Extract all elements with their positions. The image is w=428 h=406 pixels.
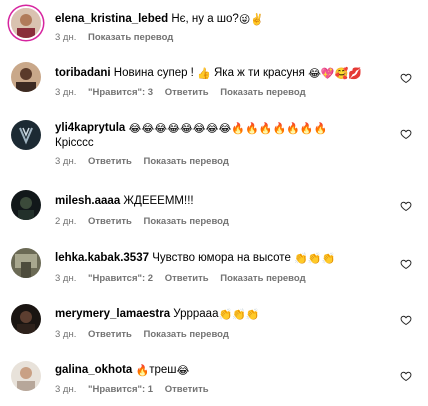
avatar[interactable]	[11, 8, 41, 38]
comment-emojis: 😂😂😂😂😂😂😂😂🔥🔥🔥🔥🔥🔥🔥	[128, 123, 328, 135]
see-translation-link[interactable]: Показать перевод	[88, 32, 173, 43]
see-translation-link[interactable]: Показать перевод	[220, 87, 305, 98]
comment-row: elena_kristina_lebed Нє, ну а шо?😜✌️ 3 д…	[0, 4, 428, 46]
reply-button[interactable]: Ответить	[165, 384, 209, 395]
like-heart-icon[interactable]	[400, 128, 412, 140]
username[interactable]: lehka.kabak.3537	[55, 252, 149, 264]
comment-meta: 3 дн. Показать перевод	[55, 32, 182, 43]
comment-text: yli4kaprytula 😂😂😂😂😂😂😂😂🔥🔥🔥🔥🔥🔥🔥 Крісссс	[55, 121, 398, 151]
avatar[interactable]	[11, 190, 41, 220]
comment-body: Урррааа	[173, 308, 219, 320]
comment-text: merymery_lamaestra Урррааа👏👏👏	[55, 307, 398, 322]
like-heart-icon[interactable]	[400, 258, 412, 270]
comment-emojis: 😜✌️	[238, 14, 264, 26]
reply-button[interactable]: Ответить	[88, 329, 132, 340]
reply-button[interactable]: Ответить	[165, 273, 209, 284]
thumbs-up-emoji: 👍	[197, 68, 211, 80]
username[interactable]: yli4kaprytula	[55, 122, 125, 134]
reply-button[interactable]: Ответить	[165, 87, 209, 98]
username[interactable]: merymery_lamaestra	[55, 308, 170, 320]
username[interactable]: elena_kristina_lebed	[55, 13, 168, 25]
comment-row: lehka.kabak.3537 Чувство юмора на высоте…	[0, 246, 428, 288]
comment-row: yli4kaprytula 😂😂😂😂😂😂😂😂🔥🔥🔥🔥🔥🔥🔥 Крісссс 3 …	[0, 118, 428, 172]
see-translation-link[interactable]: Показать перевод	[220, 273, 305, 284]
comment-text: lehka.kabak.3537 Чувство юмора на высоте…	[55, 251, 398, 266]
comment-meta: 3 дн. "Нравится": 1 Ответить	[55, 384, 218, 395]
comment-row: galina_okhota 🔥треш😂 3 дн. "Нравится": 1…	[0, 360, 428, 402]
fire-emoji: 🔥	[135, 365, 150, 377]
like-heart-icon[interactable]	[400, 200, 412, 212]
comment-body: треш	[149, 364, 177, 376]
reply-button[interactable]: Ответить	[88, 216, 132, 227]
comment-body: Крісссс	[55, 137, 94, 149]
username[interactable]: toribadani	[55, 67, 111, 79]
username[interactable]: galina_okhota	[55, 364, 132, 376]
likes-count[interactable]: "Нравится": 3	[88, 87, 153, 98]
avatar[interactable]	[11, 304, 41, 334]
comment-meta: 3 дн. Ответить Показать перевод	[55, 156, 238, 167]
like-heart-icon[interactable]	[400, 72, 412, 84]
comment-meta: 3 дн. "Нравится": 3 Ответить Показать пе…	[55, 87, 315, 98]
timestamp[interactable]: 2 дн.	[55, 216, 76, 227]
avatar[interactable]	[11, 120, 41, 150]
see-translation-link[interactable]: Показать перевод	[144, 156, 229, 167]
avatar[interactable]	[11, 361, 41, 391]
clapping-emojis: 👏👏👏	[218, 309, 260, 321]
username[interactable]: milesh.aaaa	[55, 195, 120, 207]
timestamp[interactable]: 3 дн.	[55, 156, 76, 167]
comment-text: elena_kristina_lebed Нє, ну а шо?😜✌️	[55, 12, 398, 27]
see-translation-link[interactable]: Показать перевод	[144, 216, 229, 227]
likes-count[interactable]: "Нравится": 1	[88, 384, 153, 395]
timestamp[interactable]: 3 дн.	[55, 87, 76, 98]
comment-row: merymery_lamaestra Урррааа👏👏👏 3 дн. Отве…	[0, 302, 428, 344]
comment-row: toribadani Новина супер ! 👍 Яка ж ти кра…	[0, 60, 428, 102]
avatar[interactable]	[11, 62, 41, 92]
like-heart-icon[interactable]	[400, 314, 412, 326]
comment-text: milesh.aaaa ЖДЕЕЕММ!!!	[55, 194, 398, 209]
reply-button[interactable]: Ответить	[88, 156, 132, 167]
comment-body: Новина супер !	[113, 67, 194, 79]
comment-text: toribadani Новина супер ! 👍 Яка ж ти кра…	[55, 66, 398, 81]
comment-body: Чувство юмора на высоте	[152, 252, 291, 264]
timestamp[interactable]: 3 дн.	[55, 273, 76, 284]
see-translation-link[interactable]: Показать перевод	[144, 329, 229, 340]
like-heart-icon[interactable]	[400, 370, 412, 382]
likes-count[interactable]: "Нравится": 2	[88, 273, 153, 284]
laugh-emoji: 😂	[176, 365, 190, 377]
comment-body: Нє, ну а шо?	[171, 13, 239, 25]
comment-meta: 3 дн. "Нравится": 2 Ответить Показать пе…	[55, 273, 315, 284]
clapping-emojis: 👏👏👏	[294, 253, 336, 265]
comment-meta: 2 дн. Ответить Показать перевод	[55, 216, 238, 227]
comment-row: milesh.aaaa ЖДЕЕЕММ!!! 2 дн. Ответить По…	[0, 188, 428, 230]
timestamp[interactable]: 3 дн.	[55, 32, 76, 43]
timestamp[interactable]: 3 дн.	[55, 329, 76, 340]
comment-meta: 3 дн. Ответить Показать перевод	[55, 329, 238, 340]
comment-text: galina_okhota 🔥треш😂	[55, 363, 398, 378]
comment-body-2: Яка ж ти красуня	[214, 67, 305, 79]
comment-body: ЖДЕЕЕММ!!!	[123, 195, 194, 207]
comment-emojis: 😂💖🥰💋	[308, 68, 363, 80]
avatar[interactable]	[11, 248, 41, 278]
timestamp[interactable]: 3 дн.	[55, 384, 76, 395]
